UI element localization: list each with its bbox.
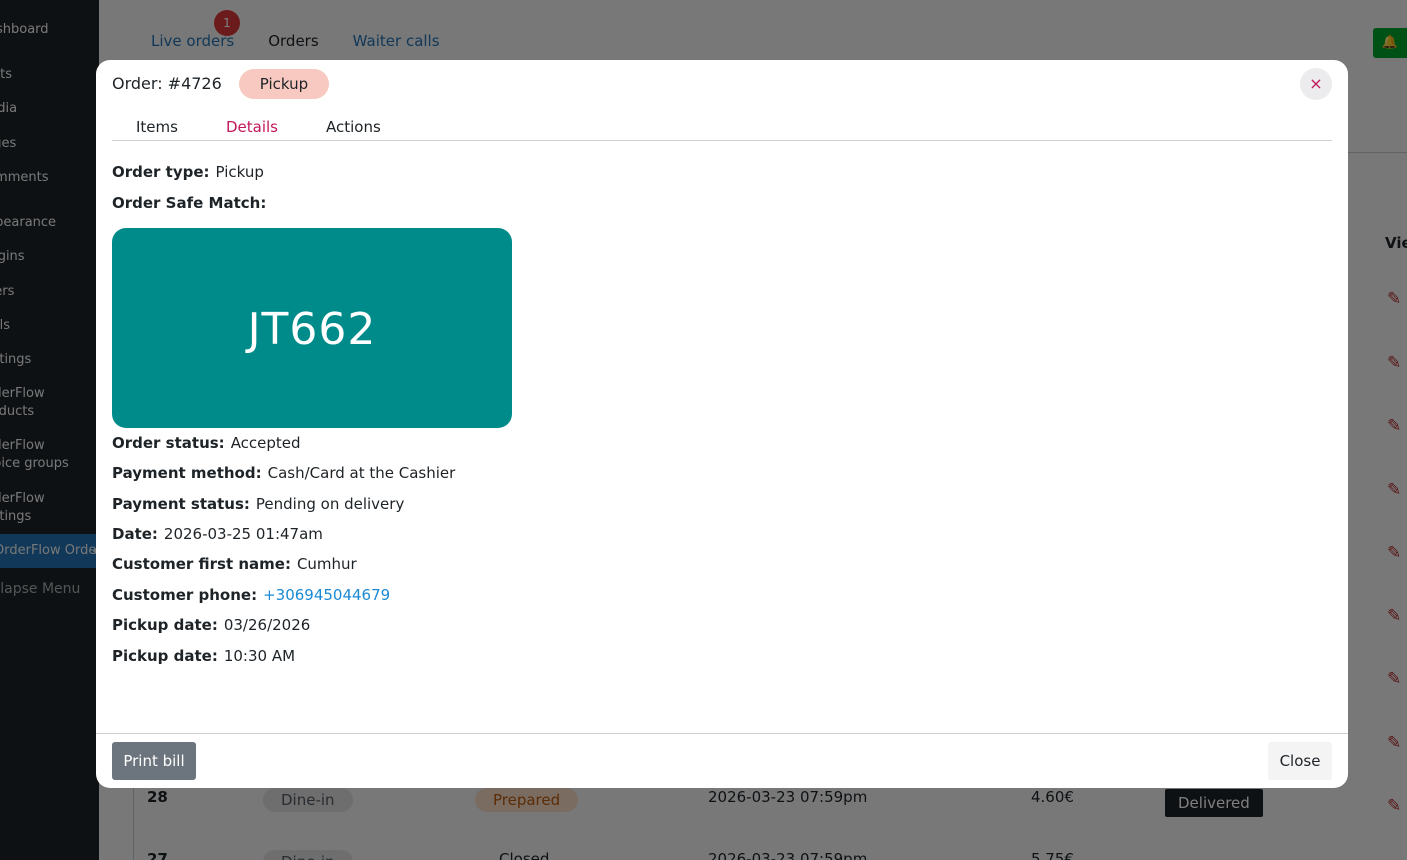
- order-type-badge: Pickup: [239, 69, 329, 99]
- safe-match-code: JT662: [112, 228, 512, 428]
- detail-value: Accepted: [230, 434, 301, 452]
- order-details-modal: Order: #4726 Pickup × Items Details Acti…: [96, 60, 1348, 788]
- detail-label: Order Safe Match:: [112, 194, 267, 212]
- detail-value: Pickup: [215, 163, 264, 181]
- detail-value: 03/26/2026: [223, 616, 311, 634]
- detail-value: 10:30 AM: [223, 647, 296, 665]
- detail-label: Payment method:: [112, 464, 262, 482]
- detail-value: Cash/Card at the Cashier: [267, 464, 456, 482]
- close-button[interactable]: Close: [1268, 742, 1332, 780]
- detail-label: Pickup date:: [112, 647, 218, 665]
- detail-value: Pending on delivery: [255, 495, 405, 513]
- detail-customer-phone: Customer phone: +306945044679: [112, 586, 390, 604]
- detail-label: Date:: [112, 525, 158, 543]
- detail-value: 2026-03-25 01:47am: [163, 525, 323, 543]
- detail-payment-method: Payment method: Cash/Card at the Cashier: [112, 464, 455, 482]
- print-bill-button[interactable]: Print bill: [112, 742, 196, 780]
- footer-divider: [96, 733, 1348, 734]
- detail-label: Order type:: [112, 163, 210, 181]
- detail-value: Cumhur: [296, 555, 357, 573]
- detail-label: Customer phone:: [112, 586, 258, 604]
- detail-label: Order status:: [112, 434, 225, 452]
- customer-phone-link[interactable]: +306945044679: [263, 586, 390, 604]
- detail-safe-match: Order Safe Match:: [112, 194, 272, 212]
- detail-order-type: Order type: Pickup: [112, 163, 264, 181]
- tab-items[interactable]: Items: [112, 118, 202, 136]
- detail-label: Pickup date:: [112, 616, 218, 634]
- tab-details[interactable]: Details: [202, 118, 302, 136]
- detail-label: Payment status:: [112, 495, 250, 513]
- detail-label: Customer first name:: [112, 555, 291, 573]
- detail-payment-status: Payment status: Pending on delivery: [112, 495, 404, 513]
- detail-order-status: Order status: Accepted: [112, 434, 301, 452]
- detail-customer-name: Customer first name: Cumhur: [112, 555, 357, 573]
- modal-tabs: Items Details Actions: [112, 118, 405, 136]
- tab-divider: [112, 140, 1332, 141]
- close-icon[interactable]: ×: [1300, 68, 1332, 100]
- modal-header: Order: #4726 Pickup × Items Details Acti…: [112, 68, 1332, 140]
- tab-actions[interactable]: Actions: [302, 118, 405, 136]
- detail-pickup-date: Pickup date: 03/26/2026: [112, 616, 310, 634]
- detail-pickup-time: Pickup date: 10:30 AM: [112, 647, 295, 665]
- order-number-title: Order: #4726: [112, 74, 222, 93]
- detail-date: Date: 2026-03-25 01:47am: [112, 525, 323, 543]
